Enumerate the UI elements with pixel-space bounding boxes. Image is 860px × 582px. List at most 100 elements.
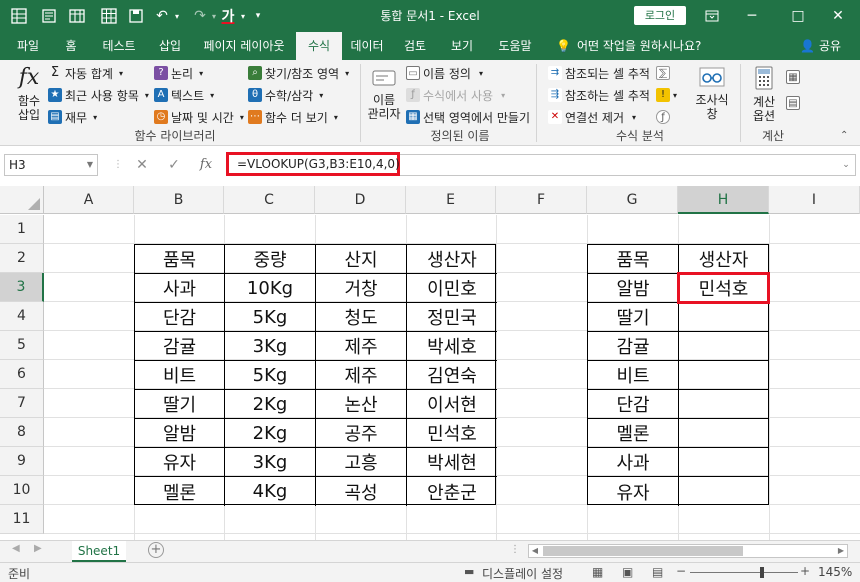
remove-arrows-button[interactable]: ✕ 연결선 제거 ▾ (548, 108, 636, 126)
more-functions-button[interactable]: ⋯ 함수 더 보기 ▾ (248, 108, 338, 126)
form-icon[interactable] (36, 0, 62, 32)
table-cell[interactable]: 공주 (316, 419, 407, 448)
table-icon[interactable] (64, 0, 90, 32)
row-header-2[interactable]: 2 (0, 244, 44, 273)
horizontal-scroll-thumb[interactable] (543, 546, 743, 556)
table-header-cell[interactable]: 산지 (316, 245, 407, 274)
tab-home[interactable]: 홈 (52, 32, 90, 60)
maximize-button[interactable]: □ (776, 0, 820, 32)
lookup-header-cell[interactable]: 생산자 (679, 245, 768, 274)
column-header-e[interactable]: E (406, 186, 496, 214)
formula-input[interactable]: =VLOOKUP(G3,B3:E10,4,0) (226, 152, 400, 176)
financial-button[interactable]: ▤ 재무 ▾ (48, 108, 97, 126)
error-checking-button[interactable]: ! ▾ (656, 86, 677, 104)
table-cell[interactable]: 비트 (135, 361, 225, 390)
use-in-formula-button[interactable]: ƒ 수식에서 사용 ▾ (406, 86, 505, 104)
excel-app-icon[interactable] (6, 0, 32, 32)
new-sheet-icon[interactable]: + (148, 542, 164, 558)
lookup-result-cell[interactable] (679, 390, 768, 419)
define-name-button[interactable]: ▭ 이름 정의 ▾ (406, 64, 483, 82)
trace-precedents-button[interactable]: ⇉ 참조되는 셀 추적 (548, 64, 650, 82)
tab-insert[interactable]: 삽입 (148, 32, 192, 60)
evaluate-formula-button[interactable]: ƒ (656, 108, 673, 126)
table-cell[interactable]: 민석호 (407, 419, 497, 448)
sheet-tab-sheet1[interactable]: Sheet1 (72, 541, 126, 562)
lookup-result-cell[interactable] (679, 448, 768, 477)
scroll-right-icon[interactable]: ▶ (835, 545, 847, 557)
table-cell[interactable]: 박세현 (407, 448, 497, 477)
table-cell[interactable]: 곡성 (316, 477, 407, 506)
table-cell[interactable]: 이서현 (407, 390, 497, 419)
insert-function-button[interactable]: fx 함수 삽입 (8, 64, 50, 122)
row-header-7[interactable]: 7 (0, 389, 44, 418)
tab-file[interactable]: 파일 (6, 32, 50, 60)
create-from-selection-button[interactable]: ▦ 선택 영역에서 만들기 (406, 108, 530, 126)
row-header-10[interactable]: 10 (0, 476, 44, 505)
lookup-item-cell[interactable]: 감귤 (588, 332, 679, 361)
column-header-b[interactable]: B (134, 186, 224, 214)
select-all-corner[interactable] (0, 186, 44, 214)
table-cell[interactable]: 알밤 (135, 419, 225, 448)
page-layout-view-icon[interactable]: ▣ (622, 565, 633, 579)
zoom-slider-thumb[interactable] (760, 567, 764, 578)
table-cell[interactable]: 안춘군 (407, 477, 497, 506)
table-cell[interactable]: 10Kg (225, 274, 316, 303)
math-button[interactable]: θ 수학/삼각 ▾ (248, 86, 323, 104)
lookup-item-cell[interactable]: 단감 (588, 390, 679, 419)
table-cell[interactable]: 청도 (316, 303, 407, 332)
enter-icon[interactable]: ✓ (162, 154, 186, 176)
table-cell[interactable]: 박세호 (407, 332, 497, 361)
lookup-result-cell[interactable] (679, 332, 768, 361)
lookup-item-cell[interactable]: 사과 (588, 448, 679, 477)
calculate-sheet-button[interactable]: ▤ (786, 94, 803, 112)
table-cell[interactable]: 2Kg (225, 419, 316, 448)
zoom-out-icon[interactable]: − (676, 564, 686, 578)
row-header-5[interactable]: 5 (0, 331, 44, 360)
ribbon-display-options-icon[interactable] (690, 0, 734, 32)
lookup-header-cell[interactable]: 품목 (588, 245, 679, 274)
row-header-8[interactable]: 8 (0, 418, 44, 447)
spreadsheet-grid[interactable]: A B C D E F G H I 1 2 3 4 5 6 7 8 9 10 1… (0, 184, 860, 540)
display-settings-icon[interactable]: ▬ (464, 565, 474, 578)
grid-icon[interactable] (96, 0, 122, 32)
tab-test[interactable]: 테스트 (92, 32, 146, 60)
table-cell[interactable]: 2Kg (225, 390, 316, 419)
table-cell[interactable]: 멜론 (135, 477, 225, 506)
row-header-11[interactable]: 11 (0, 505, 44, 534)
row-header-1[interactable]: 1 (0, 215, 44, 244)
lookup-result-cell[interactable] (679, 419, 768, 448)
table-cell[interactable]: 거창 (316, 274, 407, 303)
lookup-item-cell[interactable]: 유자 (588, 477, 679, 506)
table-cell[interactable]: 사과 (135, 274, 225, 303)
zoom-in-icon[interactable]: + (800, 564, 810, 578)
show-formulas-button[interactable]: ⅀ (656, 64, 673, 82)
lookup-result-cell[interactable]: 민석호 (679, 274, 768, 303)
row-header-6[interactable]: 6 (0, 360, 44, 389)
tab-view[interactable]: 보기 (440, 32, 484, 60)
undo-icon[interactable]: ↶ (152, 0, 172, 32)
recent-functions-button[interactable]: ★ 최근 사용 항목 ▾ (48, 86, 149, 104)
scroll-sheets-right-icon[interactable]: ▶ (34, 543, 42, 554)
column-header-i[interactable]: I (769, 186, 860, 214)
lookup-button[interactable]: ⌕ 찾기/참조 영역 ▾ (248, 64, 349, 82)
scroll-left-icon[interactable]: ◀ (529, 545, 541, 557)
lookup-item-cell[interactable]: 비트 (588, 361, 679, 390)
logical-button[interactable]: ? 논리 ▾ (154, 64, 203, 82)
display-settings-label[interactable]: 디스플레이 설정 (482, 565, 563, 582)
table-header-cell[interactable]: 생산자 (407, 245, 497, 274)
lookup-item-cell[interactable]: 딸기 (588, 303, 679, 332)
lookup-item-cell[interactable]: 멜론 (588, 419, 679, 448)
share-button[interactable]: 👤 공유 (800, 32, 841, 60)
row-header-3[interactable]: 3 (0, 273, 44, 302)
table-header-cell[interactable]: 중량 (225, 245, 316, 274)
column-header-f[interactable]: F (496, 186, 587, 214)
horizontal-scrollbar[interactable]: ◀ ▶ (528, 544, 848, 558)
table-cell[interactable]: 딸기 (135, 390, 225, 419)
font-color-icon[interactable]: 가 (218, 0, 238, 32)
tab-formulas[interactable]: 수식 (296, 32, 342, 60)
table-cell[interactable]: 5Kg (225, 303, 316, 332)
table-cell[interactable]: 유자 (135, 448, 225, 477)
redo-dropdown-icon[interactable]: ▾ (210, 0, 218, 32)
column-header-d[interactable]: D (315, 186, 406, 214)
calculation-options-button[interactable]: 계산 옵션 (744, 66, 784, 123)
